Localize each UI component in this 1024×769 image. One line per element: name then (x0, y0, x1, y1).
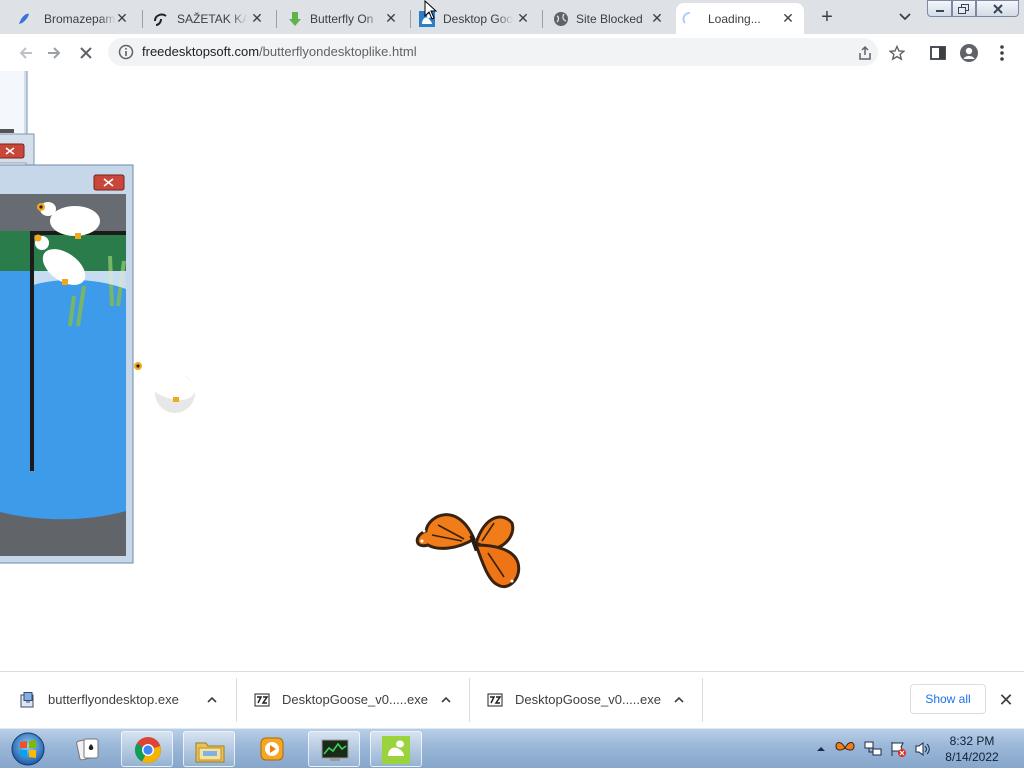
solitaire-cards-icon (76, 738, 99, 761)
globe-favicon-icon (554, 12, 568, 26)
chevron-up-icon[interactable] (206, 694, 218, 706)
chevron-up-icon[interactable] (673, 694, 685, 706)
desktop-goose-icon (382, 736, 410, 764)
close-icon (992, 3, 1003, 14)
taskbar-explorer[interactable] (183, 731, 235, 767)
tab-site-blocked[interactable]: Site Blocked ✕ (543, 3, 675, 34)
goose-sprite-3[interactable] (134, 361, 199, 413)
download-item[interactable]: butterflyondesktop.exe (0, 672, 236, 728)
tab-butterfly-on[interactable]: Butterfly On ✕ (277, 3, 409, 34)
taskbar-chrome[interactable] (121, 731, 173, 767)
window-controls (927, 0, 1019, 18)
new-tab-button[interactable]: + (816, 6, 838, 28)
side-panel-icon[interactable] (928, 43, 948, 63)
7zip-icon (487, 693, 503, 707)
butterfly-tray-icon[interactable] (835, 740, 855, 756)
tab-strip: Bromazepam ✕ SAŽETAK KA ✕ Butterfly On ✕… (0, 0, 1024, 34)
stop-loading-icon[interactable] (76, 43, 96, 63)
tab-bromazepam[interactable]: Bromazepam ✕ (0, 3, 140, 34)
download-separator (702, 678, 703, 722)
clock-time: 8:32 PM (949, 734, 995, 748)
address-bar[interactable]: freedesktopsoft.com/butterflyondesktopli… (108, 38, 905, 66)
close-window-button[interactable] (976, 0, 1019, 17)
download-filename: butterflyondesktop.exe (48, 692, 179, 707)
show-hidden-icons-icon[interactable] (816, 744, 826, 754)
tab-title: Loading... (708, 12, 761, 26)
action-center-flag-icon[interactable] (889, 740, 907, 758)
start-orb-icon[interactable] (8, 731, 48, 767)
url-path: /butterflyondesktoplike.html (259, 44, 417, 59)
tab-close-icon[interactable]: ✕ (383, 10, 399, 26)
minimize-icon (935, 9, 944, 12)
profile-avatar-icon[interactable] (959, 43, 979, 63)
bromazepam-favicon-icon (19, 13, 29, 24)
download-item[interactable]: DesktopGoose_v0.....exe (234, 672, 469, 728)
desktop-overlay-canvas (0, 71, 521, 588)
restore-icon (958, 3, 969, 14)
mouse-cursor-icon (424, 0, 438, 20)
tab-loading[interactable]: Loading... ✕ (676, 3, 804, 34)
url-text: freedesktopsoft.com/butterflyondesktopli… (142, 44, 417, 59)
download-filename: DesktopGoose_v0.....exe (282, 692, 428, 707)
7zip-icon (254, 693, 270, 707)
taskbar-solitaire[interactable] (62, 731, 114, 767)
forward-arrow-icon[interactable] (44, 43, 64, 63)
system-clock[interactable]: 8:32 PM 8/14/2022 (940, 733, 1004, 765)
download-item[interactable]: DesktopGoose_v0.....exe (467, 672, 702, 728)
share-icon[interactable] (857, 45, 873, 61)
url-host: freedesktopsoft.com (142, 44, 260, 59)
info-icon[interactable] (118, 44, 134, 60)
downloads-bar: butterflyondesktop.exe DesktopGoose_v0..… (0, 671, 1024, 728)
butterfly-sprite[interactable] (415, 513, 521, 588)
sazetak-favicon-icon (154, 13, 167, 26)
bookmark-star-icon[interactable] (889, 45, 905, 61)
tab-title: SAŽETAK KA (177, 12, 247, 26)
page-content (0, 71, 1024, 671)
taskbar-desktop-goose[interactable] (370, 731, 422, 767)
tab-title: Bromazepam (44, 12, 116, 26)
windows-taskbar: 8:32 PM 8/14/2022 (0, 728, 1024, 768)
network-icon[interactable] (864, 741, 882, 757)
tab-search-chevron-icon[interactable] (896, 6, 914, 26)
chevron-up-icon[interactable] (440, 694, 452, 706)
restore-button[interactable] (952, 0, 976, 17)
folder-icon (195, 742, 225, 763)
minimize-button[interactable] (927, 0, 952, 17)
show-all-button[interactable]: Show all (910, 684, 986, 714)
tab-close-icon[interactable]: ✕ (780, 10, 796, 26)
task-manager-icon (321, 739, 349, 761)
volume-icon[interactable] (914, 741, 932, 757)
download-arrow-favicon-icon (289, 12, 301, 26)
back-arrow-icon[interactable] (16, 43, 36, 63)
tab-close-icon[interactable]: ✕ (249, 10, 265, 26)
download-filename: DesktopGoose_v0.....exe (515, 692, 661, 707)
clock-date: 8/14/2022 (945, 750, 999, 764)
taskbar-media-player[interactable] (246, 731, 298, 767)
tab-close-icon[interactable]: ✕ (649, 10, 665, 26)
tab-title: Butterfly On (310, 12, 374, 26)
tab-close-icon[interactable]: ✕ (114, 10, 130, 26)
tab-close-icon[interactable]: ✕ (515, 10, 531, 26)
tab-sazetak[interactable]: SAŽETAK KA ✕ (143, 3, 275, 34)
taskbar-task-manager[interactable] (308, 731, 360, 767)
installer-icon (20, 692, 34, 708)
more-menu-icon[interactable] (992, 43, 1012, 63)
loading-spinner-icon (682, 12, 691, 24)
tab-title: Site Blocked (576, 12, 643, 26)
browser-toolbar: freedesktopsoft.com/butterflyondesktopli… (0, 34, 1024, 72)
tab-title: Desktop Goo (443, 12, 513, 26)
chrome-icon (134, 737, 161, 763)
close-downloads-icon[interactable]: ✕ (996, 690, 1016, 710)
media-player-icon (260, 737, 284, 761)
